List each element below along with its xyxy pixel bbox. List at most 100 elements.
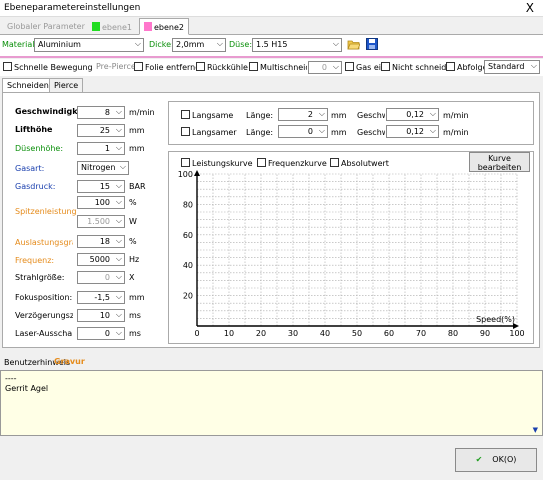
option-label: Langsame — [192, 111, 234, 120]
stepper-value: 5000 — [89, 255, 110, 264]
langsame-geschw-stepper[interactable]: 0,12 ⌵ — [386, 108, 439, 121]
chevron-down-icon: ⌵ — [318, 109, 325, 118]
x-tick-label: 80 — [448, 329, 458, 338]
unit-label: mm — [331, 111, 347, 120]
rueckkuehlen-checkbox[interactable]: Rückkühlen — [196, 62, 248, 72]
duese-select[interactable]: 1.5 H15 ⌵ — [252, 38, 342, 52]
tab-ebene2[interactable]: ebene2 — [139, 18, 190, 35]
mode-value: Standard — [488, 62, 525, 71]
stepper-value: 100 — [94, 198, 110, 207]
checkbox-icon — [257, 158, 266, 167]
option-label: Schnelle Bewegung — [14, 63, 93, 72]
lifthoehe-stepper[interactable]: 25 ⌵ — [77, 124, 125, 137]
stepper-value: 10 — [99, 311, 110, 320]
langsamer-geschw-stepper[interactable]: 0,12 ⌵ — [386, 125, 439, 138]
notes-line: ---- — [5, 374, 17, 383]
scroll-down-icon[interactable]: ▼ — [533, 426, 538, 434]
chevron-down-icon: ⌵ — [332, 39, 339, 48]
save-icon[interactable] — [366, 38, 378, 50]
y-tick-label: 80 — [183, 200, 193, 209]
multischneiden-stepper[interactable]: 0 ⌵ — [308, 61, 342, 74]
stepper-value: -1,5 — [94, 293, 110, 302]
checkbox-icon — [181, 110, 190, 119]
color-swatch-icon — [144, 22, 152, 31]
unit-label: mm — [331, 128, 347, 137]
param-label-auslastungsgrad: Auslastungsgrad — [15, 238, 73, 247]
unit-label: Hz — [129, 255, 140, 264]
stepper-value: 0 — [104, 329, 110, 338]
leistung-watt-stepper[interactable]: 1.500 ⌵ — [77, 215, 125, 228]
langsame-laenge-stepper[interactable]: 2 ⌵ — [278, 108, 328, 121]
duese-value: 1.5 H15 — [256, 40, 288, 49]
langsamer-laenge-stepper[interactable]: 0 ⌵ — [278, 125, 328, 138]
edit-curve-button[interactable]: Kurve bearbeiten — [469, 152, 530, 172]
stepper-value: 15 — [99, 182, 110, 191]
laser-ausschaltzeit-stepper[interactable]: 0 ⌵ — [77, 327, 125, 340]
chevron-down-icon: ⌵ — [429, 109, 436, 118]
chevron-down-icon: ⌵ — [115, 125, 122, 134]
cutting-panel: Geschwindigkeit 8 ⌵ m/min Lifthöhe 25 ⌵ mm… — [2, 92, 540, 348]
close-button[interactable]: X — [526, 1, 534, 15]
color-swatch-icon — [92, 22, 100, 31]
param-label-strahlgroesse: Strahlgröße: — [15, 273, 65, 282]
nicht-schneiden-checkbox[interactable]: Nicht schneiden — [381, 62, 446, 72]
multischneiden-checkbox[interactable]: Multischneiden — [249, 62, 307, 72]
auslastungsgrad-stepper[interactable]: 18 ⌵ — [77, 235, 125, 248]
stepper-value: 0 — [307, 127, 313, 136]
y-tick-label: 20 — [183, 292, 193, 301]
stepper-value: 1.500 — [87, 217, 110, 226]
checkbox-icon — [134, 62, 143, 71]
tab-schneiden[interactable]: Schneiden — [2, 78, 54, 93]
abfolge-checkbox[interactable]: Abfolge — [446, 62, 484, 72]
option-label: Langsamer — [192, 128, 237, 137]
x-tick-label: 40 — [320, 329, 330, 338]
frequenzkurve-checkbox[interactable]: Frequenzkurve — [257, 158, 327, 168]
tab-ebene1[interactable]: ebene1 — [87, 18, 137, 35]
spitzenleistung-stepper[interactable]: 100 ⌵ — [77, 196, 125, 209]
gas-ein-checkbox[interactable]: Gas ein — [345, 62, 381, 72]
chevron-down-icon: ⌵ — [119, 162, 126, 171]
gasdruck-stepper[interactable]: 15 ⌵ — [77, 180, 125, 193]
duesenhoehe-stepper[interactable]: 1 ⌵ — [77, 142, 125, 155]
frequenz-stepper[interactable]: 5000 ⌵ — [77, 253, 125, 266]
folie-entfernen-checkbox[interactable]: Folie entfernen — [134, 62, 205, 72]
stepper-value: 18 — [99, 237, 110, 246]
x-tick-label: 10 — [224, 329, 234, 338]
unit-label: m/min — [129, 108, 155, 117]
langsamer-checkbox[interactable]: Langsamer — [181, 127, 237, 137]
langsame-checkbox[interactable]: Langsame — [181, 110, 233, 120]
chevron-down-icon: ⌵ — [216, 39, 223, 48]
notes-textarea[interactable]: ---- Gerrit Agel ▼ — [0, 370, 543, 436]
schnelle-bewegung-checkbox[interactable]: Schnelle Bewegung — [3, 62, 93, 72]
checkbox-icon — [3, 62, 12, 71]
dicke-label: Dicke: — [149, 40, 174, 49]
x-tick-label: 20 — [256, 329, 266, 338]
open-folder-icon[interactable] — [347, 38, 361, 50]
verzoegerungszeit-stepper[interactable]: 10 ⌵ — [77, 309, 125, 322]
strahlgroesse-stepper[interactable]: 0 ⌵ — [77, 271, 125, 284]
leistungskurve-checkbox[interactable]: Leistungskurve — [181, 158, 253, 168]
absolutwert-checkbox[interactable]: Absolutwert — [330, 158, 389, 168]
dicke-select[interactable]: 2,0mm ⌵ — [172, 38, 226, 52]
param-label-lifthoehe: Lifthöhe — [15, 125, 53, 134]
x-tick-label: 60 — [384, 329, 394, 338]
notes-header: Benutzerhinweis Gravur — [0, 352, 543, 370]
material-select[interactable]: Aluminium ⌵ — [34, 38, 144, 52]
y-tick-label: 40 — [183, 261, 193, 270]
geschwindigkeit-stepper[interactable]: 8 ⌵ — [77, 106, 125, 119]
chevron-down-icon: ⌵ — [115, 272, 122, 281]
unit-label: W — [129, 217, 137, 226]
fokusposition-stepper[interactable]: -1,5 ⌵ — [77, 291, 125, 304]
ok-button[interactable]: ✔ OK(O) — [455, 448, 537, 472]
laenge-label: Länge: — [246, 128, 274, 137]
chevron-down-icon: ⌵ — [115, 216, 122, 225]
curve-group: Leistungskurve Frequenzkurve Absolutwert… — [168, 151, 534, 344]
mode-select[interactable]: Standard ⌵ — [484, 60, 540, 74]
inner-tabs: Schneiden Pierce — [2, 77, 540, 93]
option-label: Leistungskurve — [192, 159, 253, 168]
tab-pierce[interactable]: Pierce — [49, 78, 84, 93]
gasart-select[interactable]: Nitrogen ⌵ — [77, 161, 129, 175]
unit-label: BAR — [129, 182, 146, 191]
tab-global-parameter[interactable]: Globaler Parameter — [2, 18, 90, 35]
footer: ✔ OK(O) — [0, 440, 543, 480]
